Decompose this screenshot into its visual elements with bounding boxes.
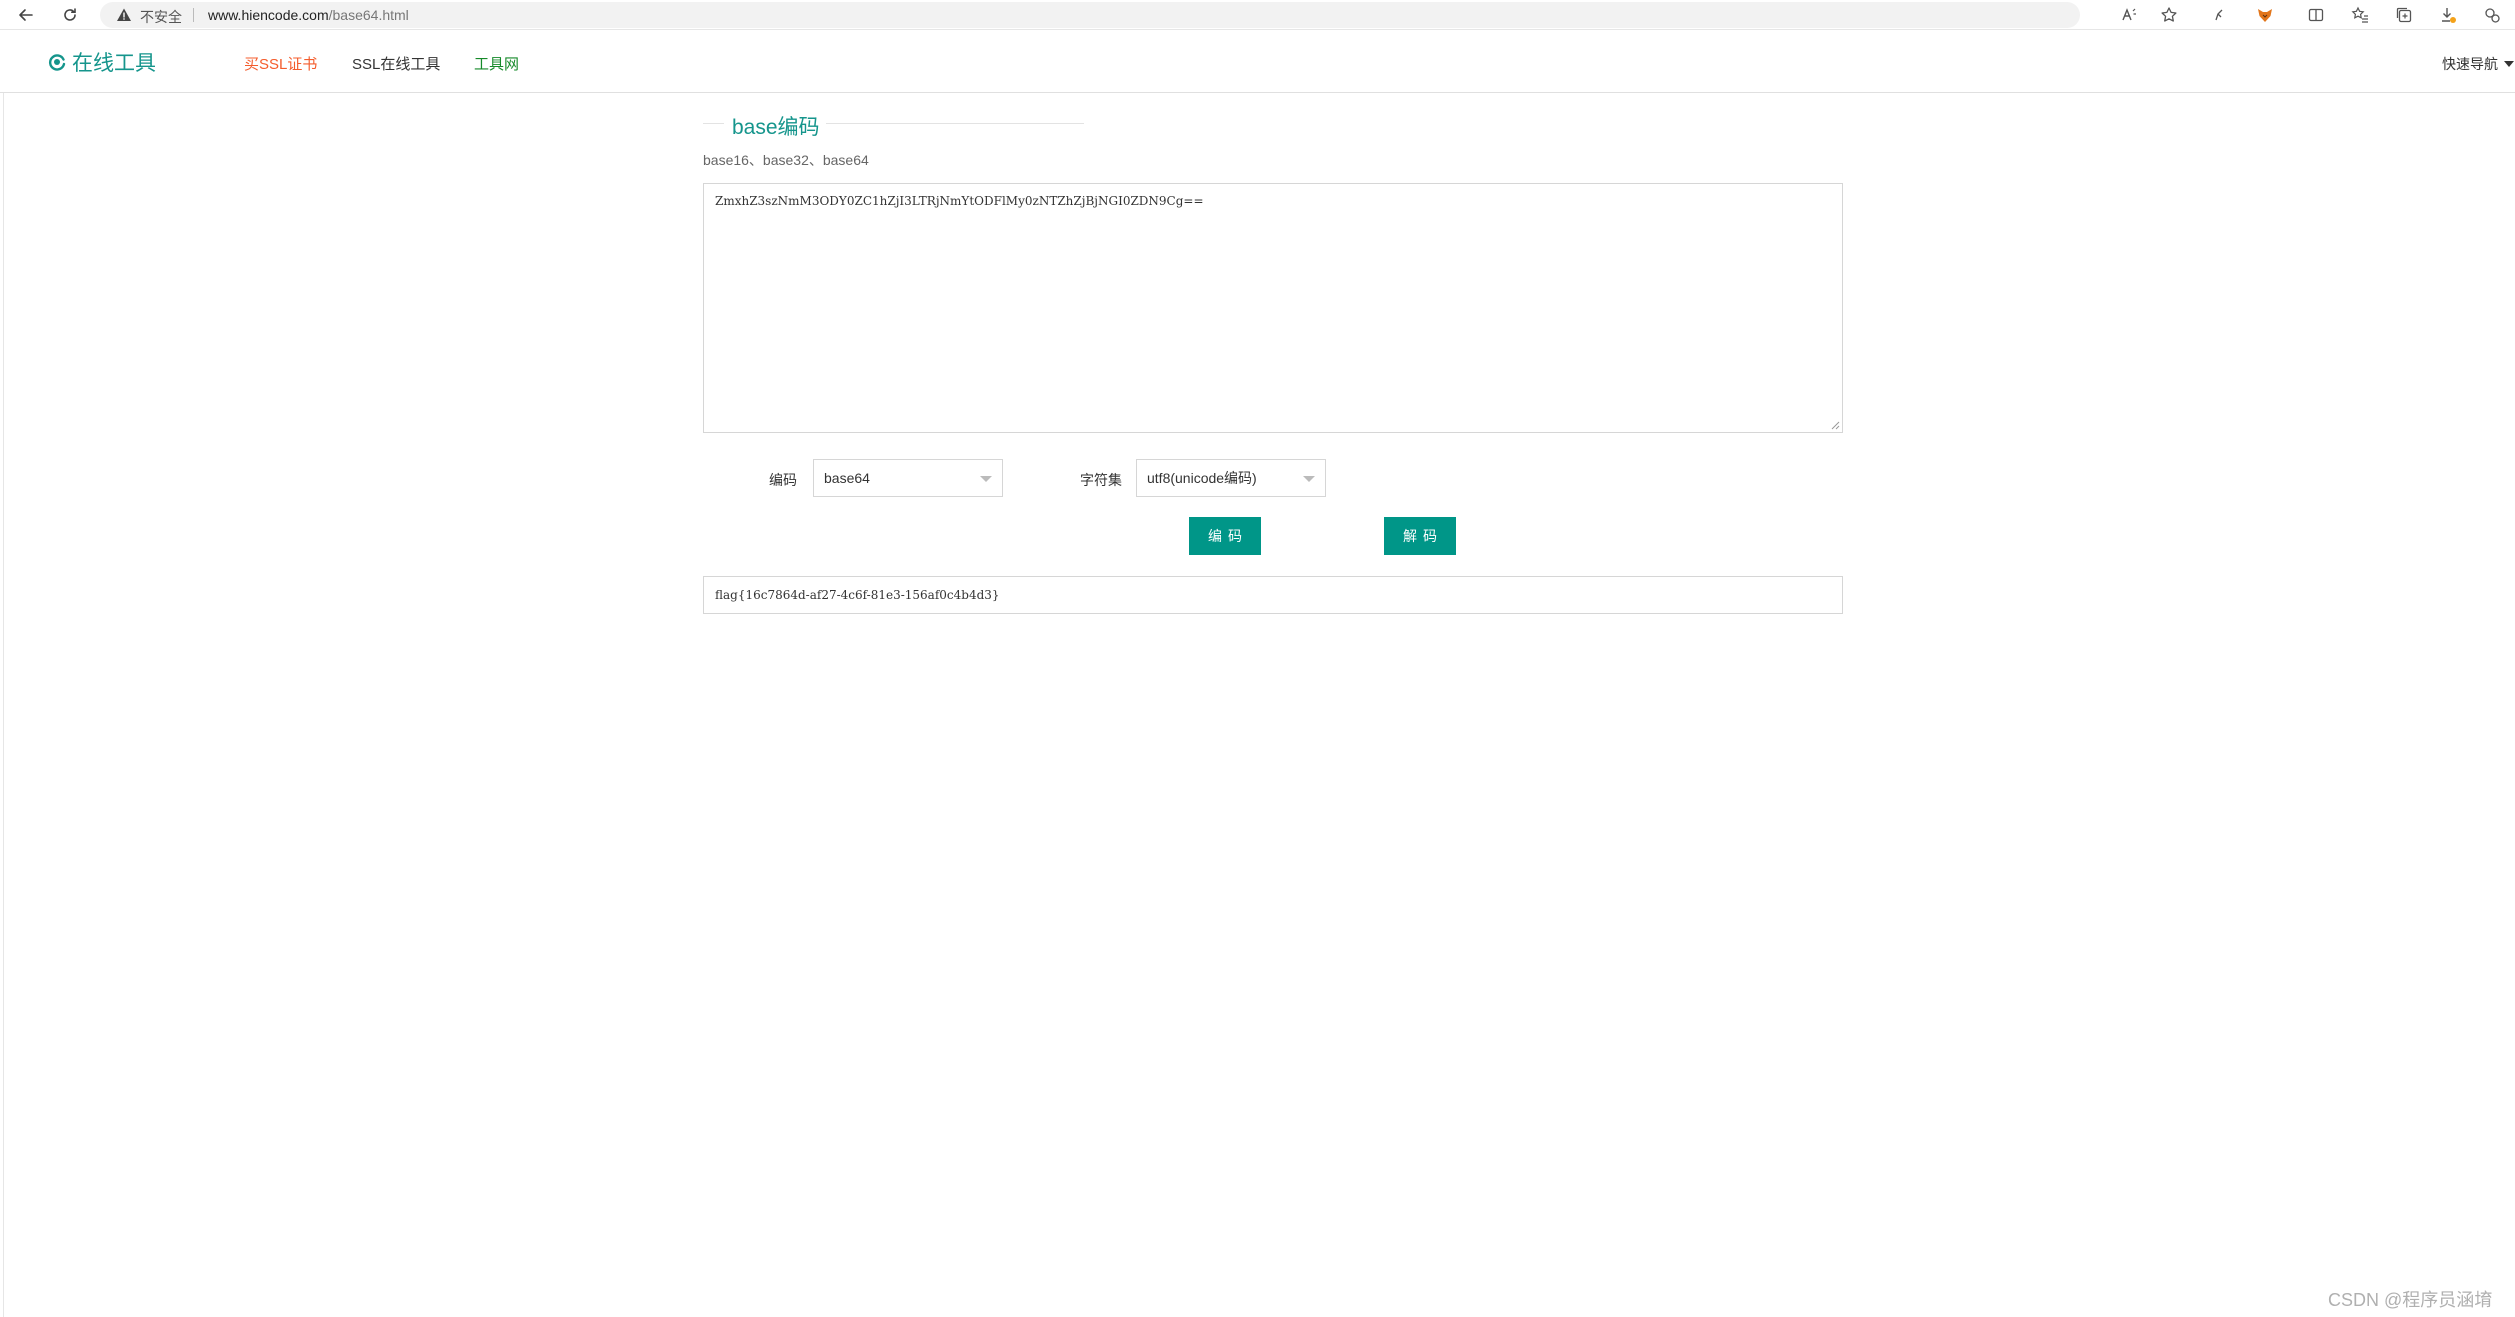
- fox-extension-icon[interactable]: [2254, 4, 2276, 26]
- chevron-down-icon: [980, 476, 992, 482]
- back-arrow-icon[interactable]: [14, 3, 38, 27]
- title-divider-left: [703, 123, 724, 124]
- reload-icon[interactable]: [58, 3, 82, 27]
- browser-extensions-icon[interactable]: [2481, 4, 2503, 26]
- address-divider: [193, 8, 194, 22]
- output-field[interactable]: flag{16c7864d-af27-4c6f-81e3-156af0c4b4d…: [703, 576, 1843, 614]
- input-text: ZmxhZ3szNmM3ODY0ZC1hZjI3LTRjNmYtODFlMy0z…: [715, 194, 1204, 208]
- quick-nav-dropdown[interactable]: 快速导航: [2442, 54, 2514, 74]
- warning-icon: [117, 8, 131, 21]
- watermark: CSDN @程序员涵堉: [2328, 1290, 2493, 1310]
- nav-buy-ssl[interactable]: 买SSL证书: [244, 53, 317, 74]
- output-text: flag{16c7864d-af27-4c6f-81e3-156af0c4b4d…: [715, 588, 1000, 602]
- charset-select-value: utf8(unicode编码): [1147, 470, 1257, 486]
- title-divider-right: [826, 123, 1084, 124]
- favorites-list-icon[interactable]: [2349, 4, 2371, 26]
- site-header: 在线工具 买SSL证书 SSL在线工具 工具网 快速导航: [0, 31, 2515, 93]
- site-logo[interactable]: 在线工具: [48, 49, 156, 75]
- decode-button[interactable]: 解码: [1384, 517, 1456, 555]
- collections-icon[interactable]: [2393, 4, 2415, 26]
- address-bar[interactable]: 不安全 www.hiencode.com/base64.html: [100, 2, 2080, 28]
- encode-select[interactable]: base64: [813, 459, 1003, 497]
- extension-edit-icon[interactable]: [2210, 4, 2232, 26]
- logo-text: 在线工具: [72, 52, 156, 75]
- split-screen-icon[interactable]: [2305, 4, 2327, 26]
- url-path: /base64.html: [328, 7, 409, 23]
- encode-label: 编码: [769, 472, 797, 488]
- page-subtitle: base16、base32、base64: [703, 152, 869, 168]
- resize-handle-icon[interactable]: [1830, 420, 1840, 430]
- browser-toolbar: 不安全 www.hiencode.com/base64.html: [0, 0, 2515, 30]
- nav-ssl-tools[interactable]: SSL在线工具: [352, 53, 440, 74]
- insecure-label: 不安全: [140, 9, 182, 25]
- read-aloud-icon[interactable]: [2118, 4, 2140, 26]
- encode-select-value: base64: [824, 470, 870, 486]
- url-host: www.hiencode.com: [208, 7, 329, 23]
- downloads-icon[interactable]: [2437, 4, 2459, 26]
- charset-label: 字符集: [1080, 472, 1122, 488]
- page-left-border: [3, 93, 4, 1317]
- nav-tool-site[interactable]: 工具网: [474, 53, 519, 74]
- url-text: www.hiencode.com/base64.html: [208, 7, 409, 23]
- chevron-down-icon: [1303, 476, 1315, 482]
- logo-icon: [49, 54, 66, 71]
- quick-nav-label: 快速导航: [2442, 56, 2498, 72]
- favorite-star-icon[interactable]: [2158, 4, 2180, 26]
- charset-select[interactable]: utf8(unicode编码): [1136, 459, 1326, 497]
- page-title: base编码: [732, 116, 820, 139]
- caret-down-icon: [2504, 61, 2514, 67]
- input-textarea[interactable]: ZmxhZ3szNmM3ODY0ZC1hZjI3LTRjNmYtODFlMy0z…: [703, 183, 1843, 433]
- encode-button[interactable]: 编码: [1189, 517, 1261, 555]
